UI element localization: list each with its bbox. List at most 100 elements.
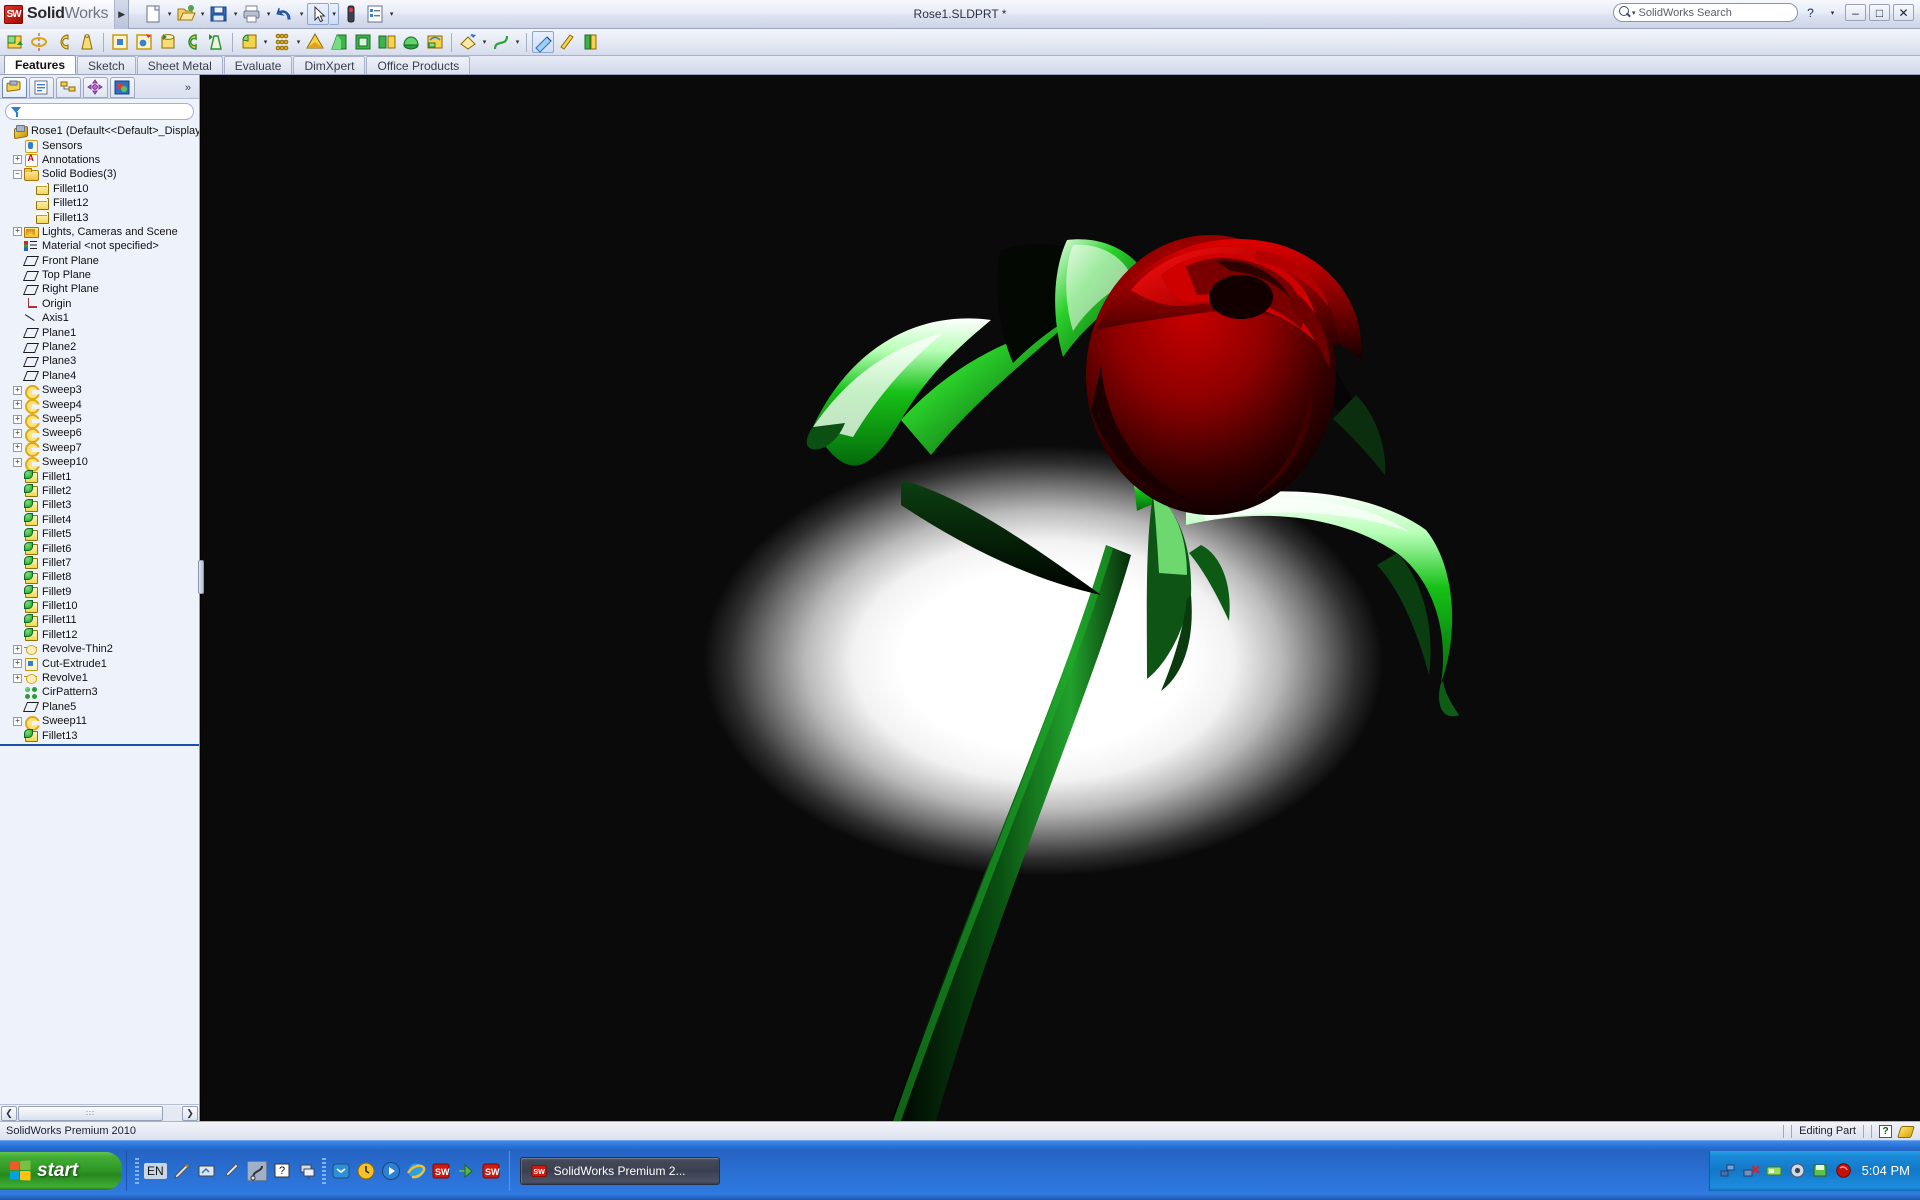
solidworks-explorer-icon[interactable]: SW <box>481 1161 501 1181</box>
tab-dimxpert[interactable]: DimXpert <box>293 56 366 74</box>
tree-item[interactable]: + Revolve1 <box>0 671 199 685</box>
tags-icon[interactable] <box>1899 1125 1914 1137</box>
feature-manager-tab[interactable] <box>2 77 27 98</box>
tree-item[interactable]: Fillet13 <box>0 210 199 225</box>
tree-expand-icon[interactable]: + <box>13 155 22 165</box>
tree-item[interactable]: Plane5 <box>0 700 199 714</box>
tree-item[interactable]: Material <not specified> <box>0 239 199 253</box>
menu-flyout-button[interactable]: ▶ <box>115 0 130 29</box>
display-manager-tab[interactable] <box>110 77 135 98</box>
tree-expand-icon[interactable]: + <box>13 227 22 237</box>
backup-icon[interactable] <box>1812 1162 1829 1179</box>
revolved-boss-icon[interactable] <box>28 31 50 53</box>
tree-item[interactable]: + Sweep10 <box>0 455 199 469</box>
new-document-caret-icon[interactable]: ▾ <box>165 3 174 25</box>
new-document-icon[interactable] <box>142 3 164 25</box>
open-document-icon[interactable] <box>175 3 197 25</box>
system-clock[interactable]: 5:04 PM <box>1862 1163 1910 1178</box>
save-caret-icon[interactable]: ▾ <box>231 3 240 25</box>
tab-features[interactable]: Features <box>4 55 77 74</box>
tree-item[interactable]: + Cut-Extrude1 <box>0 656 199 672</box>
minimize-button[interactable]: – <box>1845 4 1866 21</box>
options-caret-icon[interactable]: ▾ <box>387 3 396 25</box>
tree-item[interactable]: Plane1 <box>0 325 199 339</box>
tree-item[interactable]: Fillet2 <box>0 484 199 498</box>
reference-geometry-icon[interactable]: * <box>457 31 479 53</box>
scroll-track[interactable]: ∶∶∶ <box>18 1105 181 1121</box>
extruded-cut-icon[interactable] <box>109 31 131 53</box>
property-manager-tab[interactable] <box>29 77 54 98</box>
tree-filter-input[interactable] <box>5 103 194 120</box>
select-icon[interactable] <box>307 3 330 25</box>
tree-item[interactable]: Fillet4 <box>0 513 199 527</box>
tree-item[interactable]: + Sweep3 <box>0 383 199 397</box>
tree-item[interactable]: Right Plane <box>0 282 199 296</box>
panel-resize-handle[interactable] <box>198 560 204 594</box>
tab-sketch[interactable]: Sketch <box>77 56 136 74</box>
network-disconnected-icon[interactable] <box>1743 1162 1760 1179</box>
language-indicator[interactable]: EN <box>144 1162 167 1179</box>
tab-evaluate[interactable]: Evaluate <box>223 56 293 74</box>
tree-item[interactable]: Fillet8 <box>0 570 199 584</box>
quicklaunch-grip-2[interactable] <box>321 1157 326 1184</box>
tree-expand-icon[interactable]: + <box>13 457 22 467</box>
tree-expand-icon[interactable]: + <box>13 400 22 410</box>
print-icon[interactable] <box>241 3 263 25</box>
tree-item[interactable]: Front Plane <box>0 254 199 268</box>
ink-tool-icon[interactable] <box>222 1161 242 1181</box>
hole-wizard-icon[interactable] <box>133 31 155 53</box>
curves-icon[interactable] <box>490 31 512 53</box>
help-caret-icon[interactable]: ▾ <box>1823 3 1842 22</box>
tree-item[interactable]: Fillet3 <box>0 498 199 512</box>
swept-cut-icon[interactable] <box>181 31 203 53</box>
tree-item[interactable]: + Revolve-Thin2 <box>0 642 199 656</box>
tab-office-products[interactable]: Office Products <box>366 56 471 74</box>
curves-caret-icon[interactable]: ▾ <box>513 31 522 53</box>
open-document-caret-icon[interactable]: ▾ <box>198 3 207 25</box>
solidworks-logo[interactable]: SW SolidWorks <box>0 0 116 29</box>
reference-geometry-caret-icon[interactable]: ▾ <box>480 31 489 53</box>
task-button-solidworks[interactable]: SW SolidWorks Premium 2... <box>519 1156 720 1185</box>
tree-expand-icon[interactable]: + <box>13 414 22 424</box>
scroll-thumb[interactable]: ∶∶∶ <box>18 1105 163 1121</box>
save-icon[interactable] <box>208 3 230 25</box>
rollback-bar[interactable] <box>0 744 199 747</box>
tree-item[interactable]: Plane4 <box>0 369 199 383</box>
tablet-input-icon[interactable] <box>197 1161 217 1181</box>
options-icon[interactable] <box>364 3 386 25</box>
tree-item[interactable]: Fillet9 <box>0 585 199 599</box>
tree-item[interactable]: Top Plane <box>0 268 199 282</box>
revolved-cut-icon[interactable] <box>157 31 179 53</box>
search-input[interactable]: ▾ SolidWorks Search <box>1613 3 1798 22</box>
lofted-cut-icon[interactable] <box>205 31 227 53</box>
antivirus-icon[interactable] <box>1835 1162 1852 1179</box>
tree-item[interactable]: + Annotations <box>0 153 199 168</box>
select-caret-icon[interactable]: ▾ <box>330 3 340 25</box>
print-caret-icon[interactable]: ▾ <box>264 3 273 25</box>
snipping-tool-icon[interactable] <box>246 1160 267 1181</box>
tree-item[interactable]: Fillet6 <box>0 541 199 556</box>
scroll-left-button[interactable]: ❮ <box>1 1105 17 1121</box>
tree-item[interactable]: Fillet13 <box>0 728 199 743</box>
tree-expand-icon[interactable]: + <box>13 673 22 683</box>
security-icon[interactable] <box>1789 1162 1806 1179</box>
media-player-icon[interactable] <box>381 1161 401 1181</box>
draft-icon[interactable] <box>328 31 350 53</box>
fillet-caret-icon[interactable]: ▾ <box>261 31 270 53</box>
license-manager-icon[interactable] <box>1766 1162 1783 1179</box>
tree-expand-icon[interactable]: + <box>13 716 22 726</box>
scroll-right-button[interactable]: ❯ <box>182 1105 198 1121</box>
fillet-icon[interactable] <box>238 31 260 53</box>
tree-item[interactable]: + Sweep5 <box>0 412 199 426</box>
tree-item[interactable]: Fillet12 <box>0 628 199 642</box>
close-button[interactable]: ✕ <box>1893 4 1914 21</box>
dimxpert-manager-tab[interactable] <box>83 77 108 98</box>
extruded-boss-icon[interactable] <box>4 31 26 53</box>
tree-item[interactable]: Fillet7 <box>0 556 199 570</box>
tree-item[interactable]: CirPattern3 <box>0 685 199 699</box>
linear-pattern-caret-icon[interactable]: ▾ <box>294 31 303 53</box>
search-dropdown-caret-icon[interactable]: ▾ <box>1632 9 1636 17</box>
tree-item[interactable]: Rose1 (Default<<Default>_Display <box>0 124 199 138</box>
edrawings-icon[interactable] <box>456 1161 476 1181</box>
tree-expand-icon[interactable]: + <box>13 644 22 654</box>
